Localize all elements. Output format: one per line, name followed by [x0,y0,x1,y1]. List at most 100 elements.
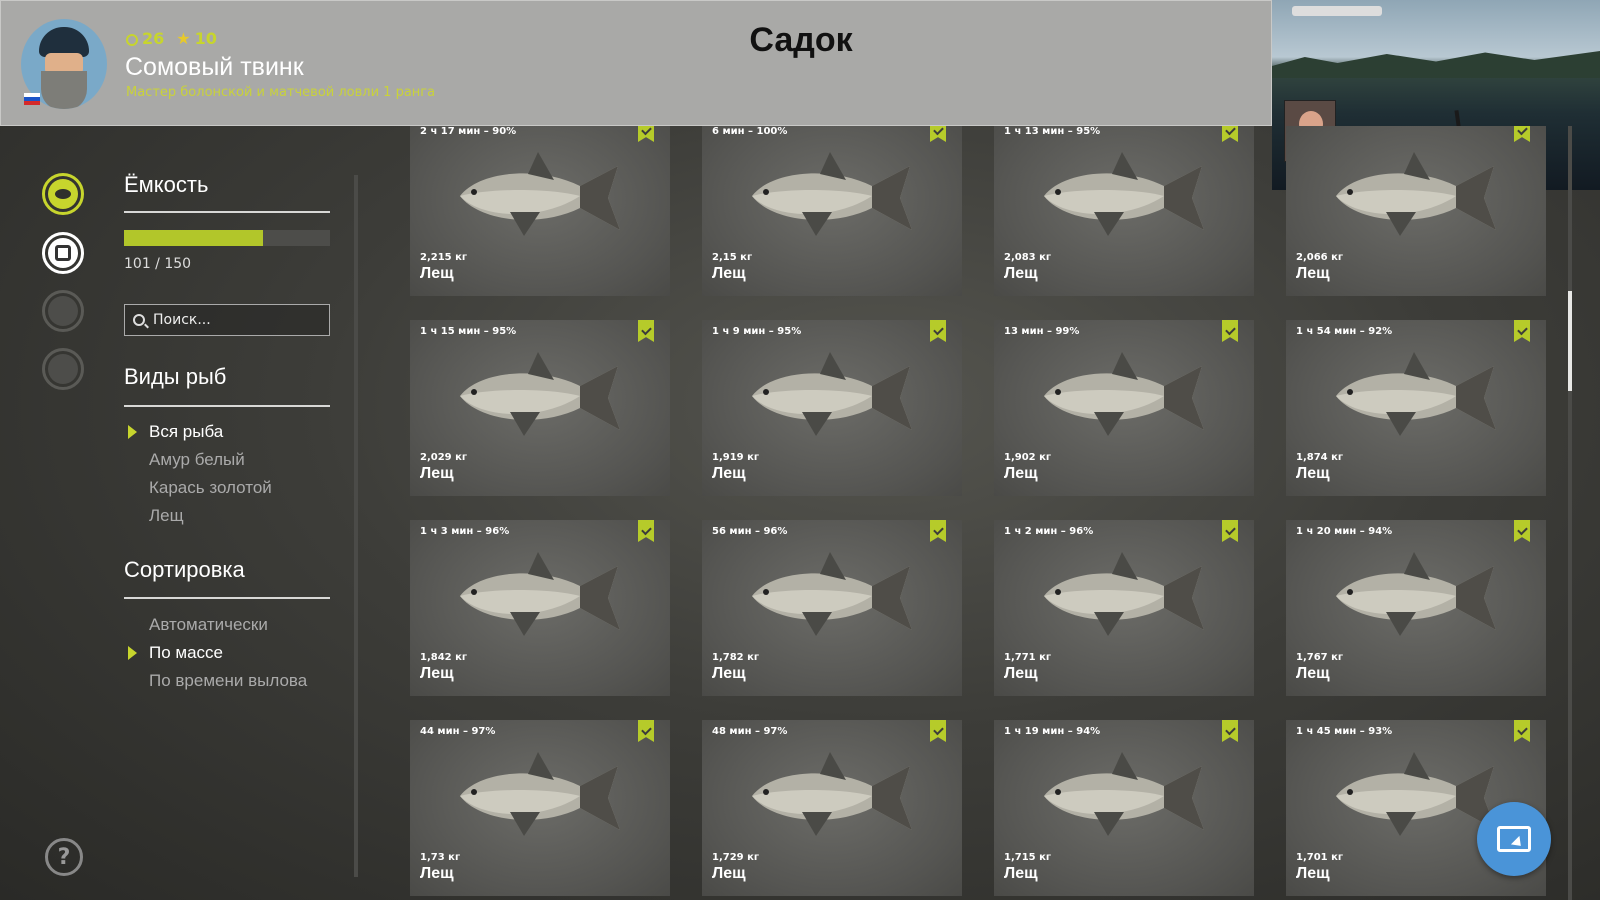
sort-by-catch-time[interactable]: По времени вылова [149,671,307,691]
stream-status-bar [1292,6,1382,16]
fish-card[interactable]: 13 мин – 99% 1,902 кг Лещ [994,320,1254,496]
capacity-title: Ёмкость [124,172,209,197]
fish-catch-time: 2 ч 17 мин – 90% [420,126,517,137]
fish-card[interactable]: 48 мин – 97% 1,729 кг Лещ [702,720,962,896]
level-indicator: 26 [126,29,164,48]
fish-card[interactable]: 1 ч 20 мин – 94% 1,767 кг Лещ [1286,520,1546,696]
fish-catch-time: 1 ч 45 мин – 93% [1296,726,1393,737]
bookmark-icon[interactable] [638,320,654,342]
bookmark-icon[interactable] [930,720,946,742]
bookmark-icon[interactable] [638,720,654,742]
fish-weight: 1,919 кг [712,452,760,463]
fish-nav-icon[interactable] [42,173,84,215]
species-item-crucian[interactable]: Карась золотой [149,478,272,498]
fish-name: Лещ [712,665,746,682]
bookmark-icon[interactable] [638,520,654,542]
fish-catch-time: 6 мин – 100% [712,126,788,137]
fish-card[interactable]: 1 ч 9 мин – 95% 1,919 кг Лещ [702,320,962,496]
sort-by-weight[interactable]: По массе [149,643,223,663]
bookmark-icon[interactable] [1222,126,1238,142]
fish-grid-scrollbar[interactable] [1568,126,1572,900]
fish-name: Лещ [420,865,454,882]
selected-arrow-icon [128,425,137,439]
star-icon: ★ [176,29,191,48]
fish-weight: 2,215 кг [420,252,468,263]
bookmark-icon[interactable] [1514,520,1530,542]
fish-card[interactable]: 2 ч 17 мин – 90% 2,215 кг Лещ [410,126,670,296]
fish-card[interactable]: 1 ч 19 мин – 94% 1,715 кг Лещ [994,720,1254,896]
capacity-progress-fill [124,230,263,246]
fish-catch-time: 1 ч 15 мин – 95% [420,326,517,337]
fish-weight: 1,715 кг [1004,852,1052,863]
capacity-progress-bar [124,230,330,246]
divider [124,211,330,213]
bookmark-icon[interactable] [638,126,654,142]
home-nav-icon[interactable] [42,348,84,390]
help-icon[interactable]: ? [45,838,83,876]
fish-weight: 1,842 кг [420,652,468,663]
fish-catch-time: 1 ч 54 мин – 92% [1296,326,1393,337]
fish-weight: 1,701 кг [1296,852,1344,863]
fish-weight: 1,767 кг [1296,652,1344,663]
fish-card[interactable]: 1 ч 13 мин – 95% 2,083 кг Лещ [994,126,1254,296]
bookmark-icon[interactable] [1514,126,1530,142]
fish-catch-time: 1 ч 19 мин – 94% [1004,726,1101,737]
fish-weight: 1,782 кг [712,652,760,663]
fish-name: Лещ [1296,265,1330,282]
fish-name: Лещ [1004,865,1038,882]
fish-weight: 1,73 кг [420,852,461,863]
russia-flag-icon [24,93,40,105]
bookmark-icon[interactable] [930,320,946,342]
fish-catch-time: 1 ч 9 мин – 95% [712,326,802,337]
divider [124,597,330,599]
bookmark-icon[interactable] [1222,520,1238,542]
species-item-bream[interactable]: Лещ [149,506,184,526]
fish-card[interactable]: 1 ч 15 мин – 95% 2,029 кг Лещ [410,320,670,496]
scrollbar-thumb[interactable] [1568,291,1572,391]
fish-card[interactable]: 2,066 кг Лещ [1286,126,1546,296]
selected-arrow-icon [128,646,137,660]
capacity-count: 101 / 150 [124,256,192,272]
search-box[interactable] [124,304,330,336]
fish-weight: 2,066 кг [1296,252,1344,263]
fish-name: Лещ [1004,265,1038,282]
fish-catch-time: 48 мин – 97% [712,726,788,737]
sort-auto[interactable]: Автоматически [149,615,268,635]
left-panel-scrollbar[interactable] [354,175,358,877]
keepnet-nav-icon[interactable] [42,232,84,274]
fish-card[interactable]: 56 мин – 96% 1,782 кг Лещ [702,520,962,696]
fish-weight: 2,029 кг [420,452,468,463]
search-icon [133,314,145,326]
player-stats: 26 ★ 10 [126,29,217,48]
search-input[interactable] [153,312,323,328]
fish-name: Лещ [1004,465,1038,482]
bookmark-icon[interactable] [1514,720,1530,742]
bookmark-icon[interactable] [930,520,946,542]
bookmark-icon[interactable] [930,126,946,142]
fish-card[interactable]: 6 мин – 100% 2,15 кг Лещ [702,126,962,296]
fish-catch-time: 13 мин – 99% [1004,326,1080,337]
fish-catch-time: 1 ч 13 мин – 95% [1004,126,1101,137]
fish-name: Лещ [712,465,746,482]
fish-catch-time: 1 ч 20 мин – 94% [1296,526,1393,537]
fish-weight: 2,083 кг [1004,252,1052,263]
fish-card[interactable]: 44 мин – 97% 1,73 кг Лещ [410,720,670,896]
fish-card[interactable]: 1 ч 54 мин – 92% 1,874 кг Лещ [1286,320,1546,496]
fish-name: Лещ [1296,865,1330,882]
species-item-grass-carp[interactable]: Амур белый [149,450,245,470]
fish-weight: 1,729 кг [712,852,760,863]
species-item-all[interactable]: Вся рыба [149,422,223,442]
fish-card[interactable]: 1 ч 3 мин – 96% 1,842 кг Лещ [410,520,670,696]
bookmark-icon[interactable] [1514,320,1530,342]
fish-name: Лещ [712,865,746,882]
bookmark-icon[interactable] [1222,720,1238,742]
sorting-title: Сортировка [124,557,245,582]
fish-name: Лещ [420,465,454,482]
fish-name: Лещ [712,265,746,282]
fish-card[interactable]: 1 ч 2 мин – 96% 1,771 кг Лещ [994,520,1254,696]
fish-name: Лещ [1004,665,1038,682]
cursor-mode-button[interactable] [1477,802,1551,876]
camp-nav-icon[interactable] [42,290,84,332]
fish-weight: 1,874 кг [1296,452,1344,463]
bookmark-icon[interactable] [1222,320,1238,342]
